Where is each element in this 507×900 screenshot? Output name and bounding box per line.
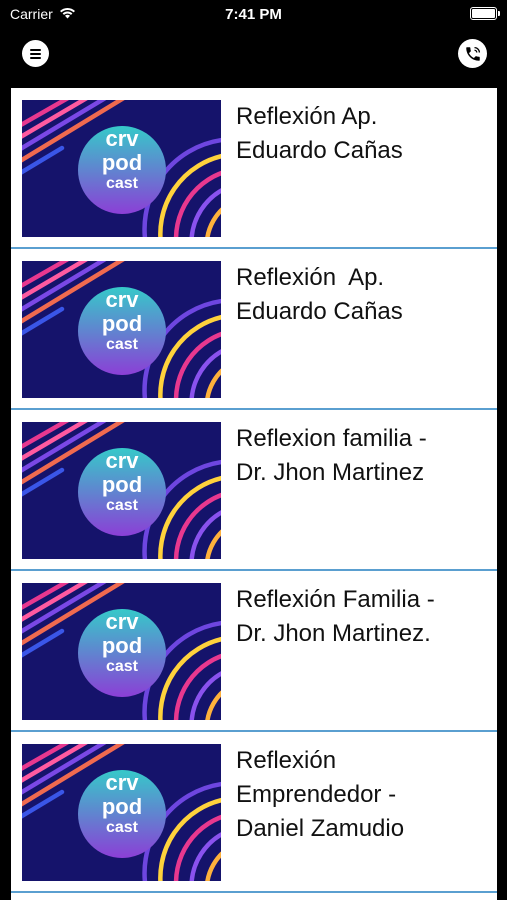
logo-line-3: cast <box>105 336 139 353</box>
logo-line-1: crv <box>105 609 139 634</box>
podcast-thumbnail: crv pod cast <box>22 744 221 881</box>
episode-title: Reflexión Familia - Dr. Jhon Martinez. <box>236 586 435 647</box>
episode-row[interactable]: crv pod cast Reflexión Ap. Eduardo Cañas <box>11 88 497 249</box>
podcast-logo-text: crv pod cast <box>78 127 166 193</box>
menu-icon[interactable] <box>22 40 49 67</box>
episode-list[interactable]: crv pod cast Reflexión Ap. Eduardo Cañas cr… <box>11 88 497 900</box>
episode-title: Reflexión Ap. Eduardo Cañas <box>236 264 403 325</box>
logo-line-1: crv <box>105 287 139 312</box>
logo-line-2: pod <box>101 311 143 336</box>
logo-line-2: pod <box>101 633 143 658</box>
status-bar: Carrier 7:41 PM <box>0 0 507 30</box>
episode-title: Reflexion familia - Dr. Jhon Martinez <box>236 425 427 486</box>
episode-title: Reflexión Ap. Eduardo Cañas <box>236 103 403 164</box>
podcast-logo-text: crv pod cast <box>78 449 166 515</box>
logo-line-1: crv <box>105 126 139 151</box>
podcast-logo-text: crv pod cast <box>78 610 166 676</box>
podcast-logo-text: crv pod cast <box>78 771 166 837</box>
logo-line-3: cast <box>105 497 139 514</box>
logo-line-3: cast <box>105 658 139 675</box>
nav-bar <box>0 30 507 88</box>
podcast-thumbnail: crv pod cast <box>22 261 221 398</box>
episode-row[interactable]: crv pod cast Reflexion familia - Dr. Jhon M… <box>11 410 497 571</box>
episode-row[interactable]: crv pod cast Reflexión Emprendedor - Daniel… <box>11 732 497 893</box>
logo-line-3: cast <box>105 175 139 192</box>
episode-row[interactable]: crv pod cast Reflexión Familia - Dr. Jhon M… <box>11 571 497 732</box>
logo-line-2: pod <box>101 472 143 497</box>
podcast-thumbnail: crv pod cast <box>22 100 221 237</box>
logo-line-2: pod <box>101 794 143 819</box>
battery-icon <box>470 7 500 20</box>
podcast-thumbnail: crv pod cast <box>22 422 221 559</box>
phone-call-icon[interactable] <box>458 39 487 68</box>
episode-row[interactable]: crv pod cast Reflexión Ap. Eduardo Cañas <box>11 249 497 410</box>
logo-line-1: crv <box>105 770 139 795</box>
podcast-thumbnail: crv pod cast <box>22 583 221 720</box>
logo-line-2: pod <box>101 150 143 175</box>
status-time: 7:41 PM <box>225 6 282 23</box>
logo-line-1: crv <box>105 448 139 473</box>
podcast-logo-text: crv pod cast <box>78 288 166 354</box>
episode-title: Reflexión Emprendedor - Daniel Zamudio <box>236 747 405 842</box>
logo-line-3: cast <box>105 819 139 836</box>
